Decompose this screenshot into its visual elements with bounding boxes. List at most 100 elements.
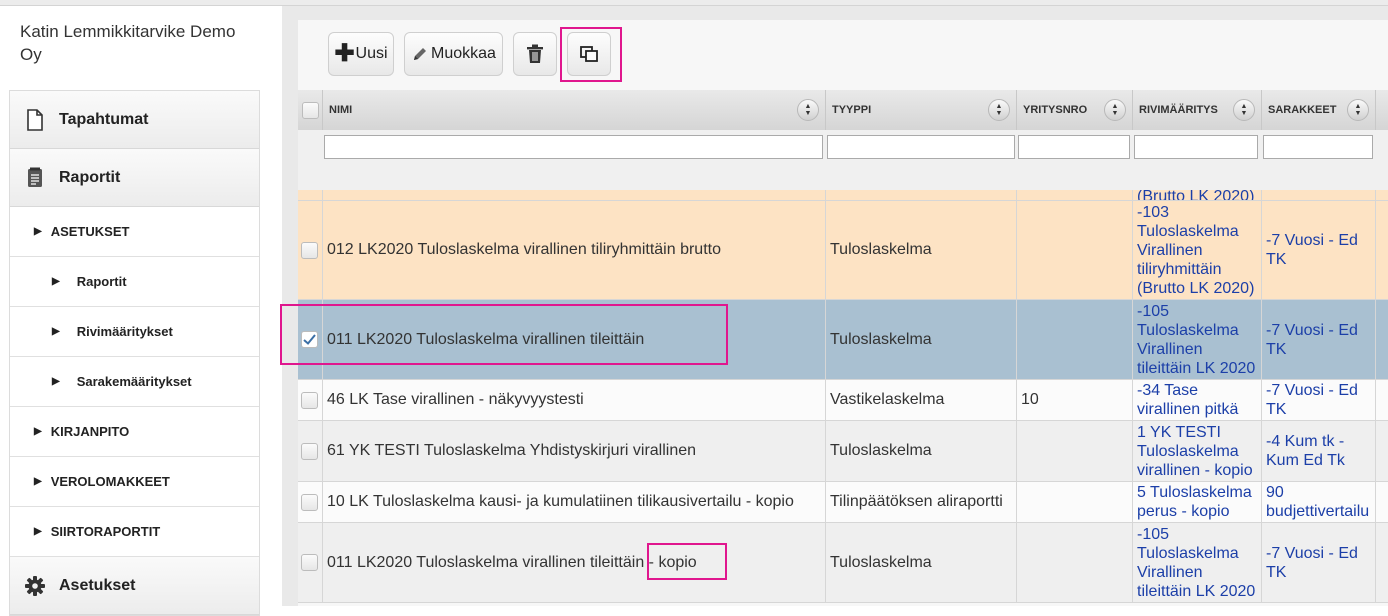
sidebar-item-tapahtumat[interactable]: Tapahtumat	[10, 91, 259, 149]
rivimaaritys-link[interactable]: -105 Tuloslaskelma Virallinen tileittäin…	[1133, 523, 1262, 602]
sidebar-item-raportit[interactable]: Raportit	[10, 149, 259, 207]
rivimaaritys-link[interactable]: -103 Tuloslaskelma Virallinen tiliryhmit…	[1133, 201, 1262, 299]
sidebar-item-sarakemaaritykset[interactable]: ▶ Sarakemääritykset	[10, 357, 259, 407]
sidebar-item-label: ASETUKSET	[50, 224, 130, 239]
row-checkbox[interactable]	[301, 493, 318, 511]
col-header-rivimaaritys[interactable]: RIVIMÄÄRITYS ▲ ▼	[1133, 90, 1262, 130]
cell-tyyppi: Tilinpäätöksen aliraportti	[826, 482, 1017, 522]
sarakkeet-link[interactable]: -7 Vuosi - Ed TK	[1262, 201, 1376, 299]
table-row[interactable]: 46 LK Tase virallinen - näkyvyystesti Va…	[298, 380, 1388, 421]
cell-yritysnro	[1017, 201, 1133, 299]
sarakkeet-link[interactable]: -7 Vuosi - Ed TK	[1262, 380, 1376, 420]
caret-right-icon: ▶	[52, 326, 60, 337]
caret-right-icon: ▶	[34, 426, 42, 437]
sidebar: Katin Lemmikkitarvike Demo Oy Tapahtumat…	[0, 6, 270, 616]
cell-yritysnro: 10	[1017, 380, 1133, 420]
sarakkeet-link[interactable]: 90 budjettivertailu	[1262, 482, 1376, 522]
sarakkeet-link[interactable]: -7 Vuosi - Ed TK	[1262, 523, 1376, 602]
cell-tyyppi: Vastikelaskelma	[826, 380, 1017, 420]
sidebar-item-asetukset[interactable]: Asetukset	[10, 557, 259, 615]
table-row[interactable]: 012 LK2020 Tuloslaskelma virallinen tili…	[298, 201, 1388, 300]
sort-icon[interactable]: ▲ ▼	[1233, 99, 1255, 121]
rivimaaritys-link[interactable]: 5 Tuloslaskelma perus - kopio	[1133, 482, 1262, 522]
cell-nimi: 61 YK TESTI Tuloslaskelma Yhdistyskirjur…	[323, 421, 826, 481]
select-all-checkbox[interactable]	[301, 101, 319, 119]
caret-right-icon: ▶	[52, 376, 60, 387]
caret-right-icon: ▶	[34, 526, 42, 537]
sidebar-item-label: Raportit	[76, 274, 127, 289]
header-spacer	[1376, 90, 1388, 130]
sidebar-item-label: Asetukset	[59, 576, 136, 594]
cell-nimi: 46 LK Tase virallinen - näkyvyystesti	[323, 380, 826, 420]
trash-icon	[526, 44, 544, 64]
sidebar-item-label: Sarakemääritykset	[76, 374, 192, 389]
cell-tyyppi: Tuloslaskelma	[826, 421, 1017, 481]
sidebar-nav: Tapahtumat Raportit ▶ ASETUKSET ▶ Raport…	[9, 90, 260, 616]
col-header-tyyppi[interactable]: TYYPPI ▲ ▼	[826, 90, 1017, 130]
col-header-yritysnro[interactable]: YRITYSNRO ▲ ▼	[1017, 90, 1133, 130]
filter-yritysnro-input[interactable]	[1018, 135, 1130, 159]
rivimaaritys-link[interactable]: -34 Tase virallinen pitkä	[1133, 380, 1262, 420]
rivimaaritys-link[interactable]: (Brutto LK 2020)	[1137, 190, 1254, 200]
caret-right-icon: ▶	[34, 226, 42, 237]
rivimaaritys-link[interactable]: 1 YK TESTI Tuloslaskelma virallinen - ko…	[1133, 421, 1262, 481]
grid-rows: (Brutto LK 2020) 012 LK2020 Tuloslaskelm…	[298, 190, 1388, 606]
col-header-sarakkeet[interactable]: SARAKKEET ▲ ▼	[1262, 90, 1376, 130]
cell-nimi: 011 LK2020 Tuloslaskelma virallinen tile…	[323, 523, 826, 602]
sidebar-item-asetukset-group[interactable]: ▶ ASETUKSET	[10, 207, 259, 257]
filter-nimi-input[interactable]	[324, 135, 823, 159]
report-icon	[24, 167, 46, 189]
caret-right-icon: ▶	[34, 476, 42, 487]
edit-button[interactable]: Muokkaa	[404, 32, 503, 76]
row-checkbox[interactable]	[301, 554, 318, 571]
cell-yritysnro	[1017, 523, 1133, 602]
pencil-icon	[411, 45, 429, 63]
filter-tyyppi-input[interactable]	[827, 135, 1015, 159]
filter-sarakkeet-input[interactable]	[1263, 135, 1373, 159]
toolbar: ✚ Uusi Muokkaa	[298, 20, 1388, 90]
gear-icon	[24, 575, 46, 597]
plus-icon: ✚	[334, 40, 355, 67]
copy-button-annotation	[560, 27, 622, 82]
selected-row-annotation	[280, 304, 728, 365]
table-row[interactable]: 10 LK Tuloslaskelma kausi- ja kumulatiin…	[298, 482, 1388, 523]
sort-icon[interactable]: ▲ ▼	[988, 99, 1010, 121]
delete-button[interactable]	[513, 32, 557, 76]
caret-right-icon: ▶	[52, 276, 60, 287]
sort-icon[interactable]: ▲ ▼	[1347, 99, 1369, 121]
new-button[interactable]: ✚ Uusi	[328, 32, 394, 76]
sidebar-item-rivimaaritykset[interactable]: ▶ Rivimääritykset	[10, 307, 259, 357]
cell-tyyppi: Tuloslaskelma	[826, 523, 1017, 602]
cell-nimi: 10 LK Tuloslaskelma kausi- ja kumulatiin…	[323, 482, 826, 522]
table-row[interactable]: (Brutto LK 2020)	[298, 190, 1388, 201]
cell-yritysnro	[1017, 300, 1133, 379]
row-checkbox[interactable]	[301, 442, 318, 460]
rivimaaritys-link[interactable]: -105 Tuloslaskelma Virallinen tileittäin…	[1133, 300, 1262, 379]
filter-rivimaaritys-input[interactable]	[1134, 135, 1258, 159]
sidebar-item-raportit-sub[interactable]: ▶ Raportit	[10, 257, 259, 307]
cell-nimi: 012 LK2020 Tuloslaskelma virallinen tili…	[323, 201, 826, 299]
row-checkbox[interactable]	[301, 391, 318, 409]
cell-tyyppi: Tuloslaskelma	[826, 201, 1017, 299]
header-select-all[interactable]	[298, 90, 323, 130]
table-row[interactable]: 011 LK2020 Tuloslaskelma virallinen tile…	[298, 523, 1388, 603]
sidebar-item-verolomakkeet[interactable]: ▶ VEROLOMAKKEET	[10, 457, 259, 507]
sidebar-item-label: Rivimääritykset	[76, 324, 173, 339]
company-name: Katin Lemmikkitarvike Demo Oy	[20, 22, 236, 64]
sidebar-item-label: SIIRTORAPORTIT	[50, 524, 161, 539]
sidebar-item-label: VEROLOMAKKEET	[50, 474, 170, 489]
sarakkeet-link[interactable]: -4 Kum tk - Kum Ed Tk	[1262, 421, 1376, 481]
col-header-nimi[interactable]: NIMI ▲ ▼	[323, 90, 826, 130]
sidebar-item-label: Tapahtumat	[59, 110, 149, 128]
sarakkeet-link[interactable]: -7 Vuosi - Ed TK	[1262, 300, 1376, 379]
row-checkbox[interactable]	[301, 241, 318, 259]
sort-icon[interactable]: ▲ ▼	[797, 99, 819, 121]
sidebar-item-label: Raportit	[59, 168, 121, 186]
sidebar-item-kirjanpito[interactable]: ▶ KIRJANPITO	[10, 407, 259, 457]
table-row[interactable]: 61 YK TESTI Tuloslaskelma Yhdistyskirjur…	[298, 421, 1388, 482]
sidebar-item-label: KIRJANPITO	[50, 424, 130, 439]
sidebar-item-siirtoraportit[interactable]: ▶ SIIRTORAPORTIT	[10, 507, 259, 557]
kopio-annotation	[647, 543, 727, 580]
document-icon	[24, 108, 46, 131]
sort-icon[interactable]: ▲ ▼	[1104, 99, 1126, 121]
